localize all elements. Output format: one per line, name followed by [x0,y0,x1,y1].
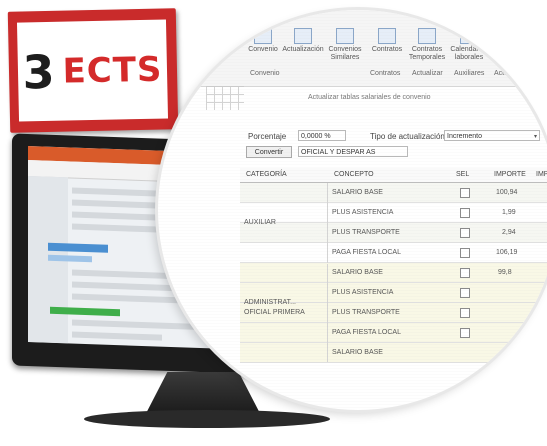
ribbon-button-actualizacion[interactable]: Actualización [282,28,324,54]
column-header-sel[interactable]: SEL [454,168,480,183]
ribbon-button-contratos[interactable]: Contratos [366,28,408,54]
ribbon-button-label: Actualización [282,46,324,53]
grid-icon [206,86,244,110]
badge-panel: 3 ECTS [16,19,169,122]
ribbon-button-label: Contratos [371,46,403,53]
magnifier-lens: Convenio Actualización Convenios Similar… [158,10,547,410]
tipo-label: Tipo de actualización [370,132,445,141]
select-checkbox[interactable] [460,308,470,318]
ribbon-group-label: Actua [494,70,512,77]
select-checkbox[interactable] [460,208,470,218]
concepto-cell: PLUS ASISTENCIA [332,289,394,296]
category-cell: OFICIAL PRIMERA [240,264,328,362]
ects-badge: 3 ECTS [7,8,179,133]
actualizacion-icon [294,28,312,44]
column-header-categoria[interactable]: CATEGORÍA [240,168,334,183]
column-header-imp[interactable]: IMP [534,168,547,183]
temporales-icon [418,28,436,44]
ribbon-group-label: Auxiliares [454,70,485,77]
ribbon-button-label: Convenios Similares [328,46,362,61]
select-checkbox[interactable] [460,268,470,278]
badge-number: 3 [22,44,56,99]
tipo-select[interactable]: Incremento ▾ [444,130,540,141]
screen-row [72,293,182,304]
ribbon-button-label: Sujetos [497,46,521,53]
sujetos-icon [500,28,518,44]
select-checkbox[interactable] [460,188,470,198]
convenio-icon [254,28,272,44]
ribbon-group-label: Actualizar [412,70,443,77]
ribbon-button-calendarios[interactable]: Calendarios laborales [448,28,490,62]
contratos-icon [378,28,396,44]
ribbon-button-temporales[interactable]: Contratos Temporales [406,28,448,62]
concepto-cell: SALARIO BASE [332,269,383,276]
concepto-cell: PLUS TRANSPORTE [332,229,400,236]
ribbon-button-label: Calendarios laborales [450,46,488,61]
ribbon-button-convenio[interactable]: Convenio [242,28,284,54]
screen-row [72,331,162,341]
concepto-cell: SALARIO BASE [332,349,383,356]
select-checkbox[interactable] [460,288,470,298]
importe-cell: 100,94 [496,189,518,196]
concepto-cell: PLUS ASISTENCIA [332,209,394,216]
filter-select-value: OFICIAL Y DESPAR AS [301,149,376,156]
category-cell: AUXILIAR ADMINISTRAT... [240,183,328,306]
concepto-cell: PLUS TRANSPORTE [332,309,400,316]
monitor-foot [84,410,330,428]
importe-cell: 99,8 [498,269,512,276]
select-checkbox[interactable] [460,328,470,338]
importe-cell: 1,99 [502,209,516,216]
badge-text: ECTS [62,49,163,92]
ribbon-button-label: Convenio [248,46,278,53]
select-checkbox[interactable] [460,248,470,258]
porcentaje-label: Porcentaje [248,132,287,141]
calendar-icon [460,28,478,44]
screen-row [72,223,172,234]
convertir-button[interactable]: Convertir [246,146,292,158]
ribbon-button-sujetos[interactable]: Sujetos [488,28,530,54]
concepto-cell: PAGA FIESTA LOCAL [332,249,401,256]
concepto-cell: SALARIO BASE [332,189,383,196]
porcentaje-input[interactable]: 0,0000 % [298,130,346,141]
column-header-concepto[interactable]: CONCEPTO [330,168,454,183]
toolbar-caption: Actualizar tablas salariales de convenio [308,94,431,101]
similares-icon [336,28,354,44]
concepto-cell: PAGA FIESTA LOCAL [332,329,401,336]
ribbon-button-label: Contratos Temporales [408,46,446,61]
select-checkbox[interactable] [460,228,470,238]
chevron-down-icon: ▾ [533,134,537,140]
ribbon-group-label: Contratos [370,70,401,77]
tipo-select-value: Incremento [447,133,483,140]
ribbon-group-label: Convenio [250,70,280,77]
ribbon-button-similares[interactable]: Convenios Similares [324,28,366,62]
ribbon: Convenio Actualización Convenios Similar… [158,10,547,87]
importe-cell: 106,19 [496,249,518,256]
importe-cell: 2,94 [502,229,516,236]
filter-select[interactable]: OFICIAL Y DESPAR AS [298,146,408,157]
